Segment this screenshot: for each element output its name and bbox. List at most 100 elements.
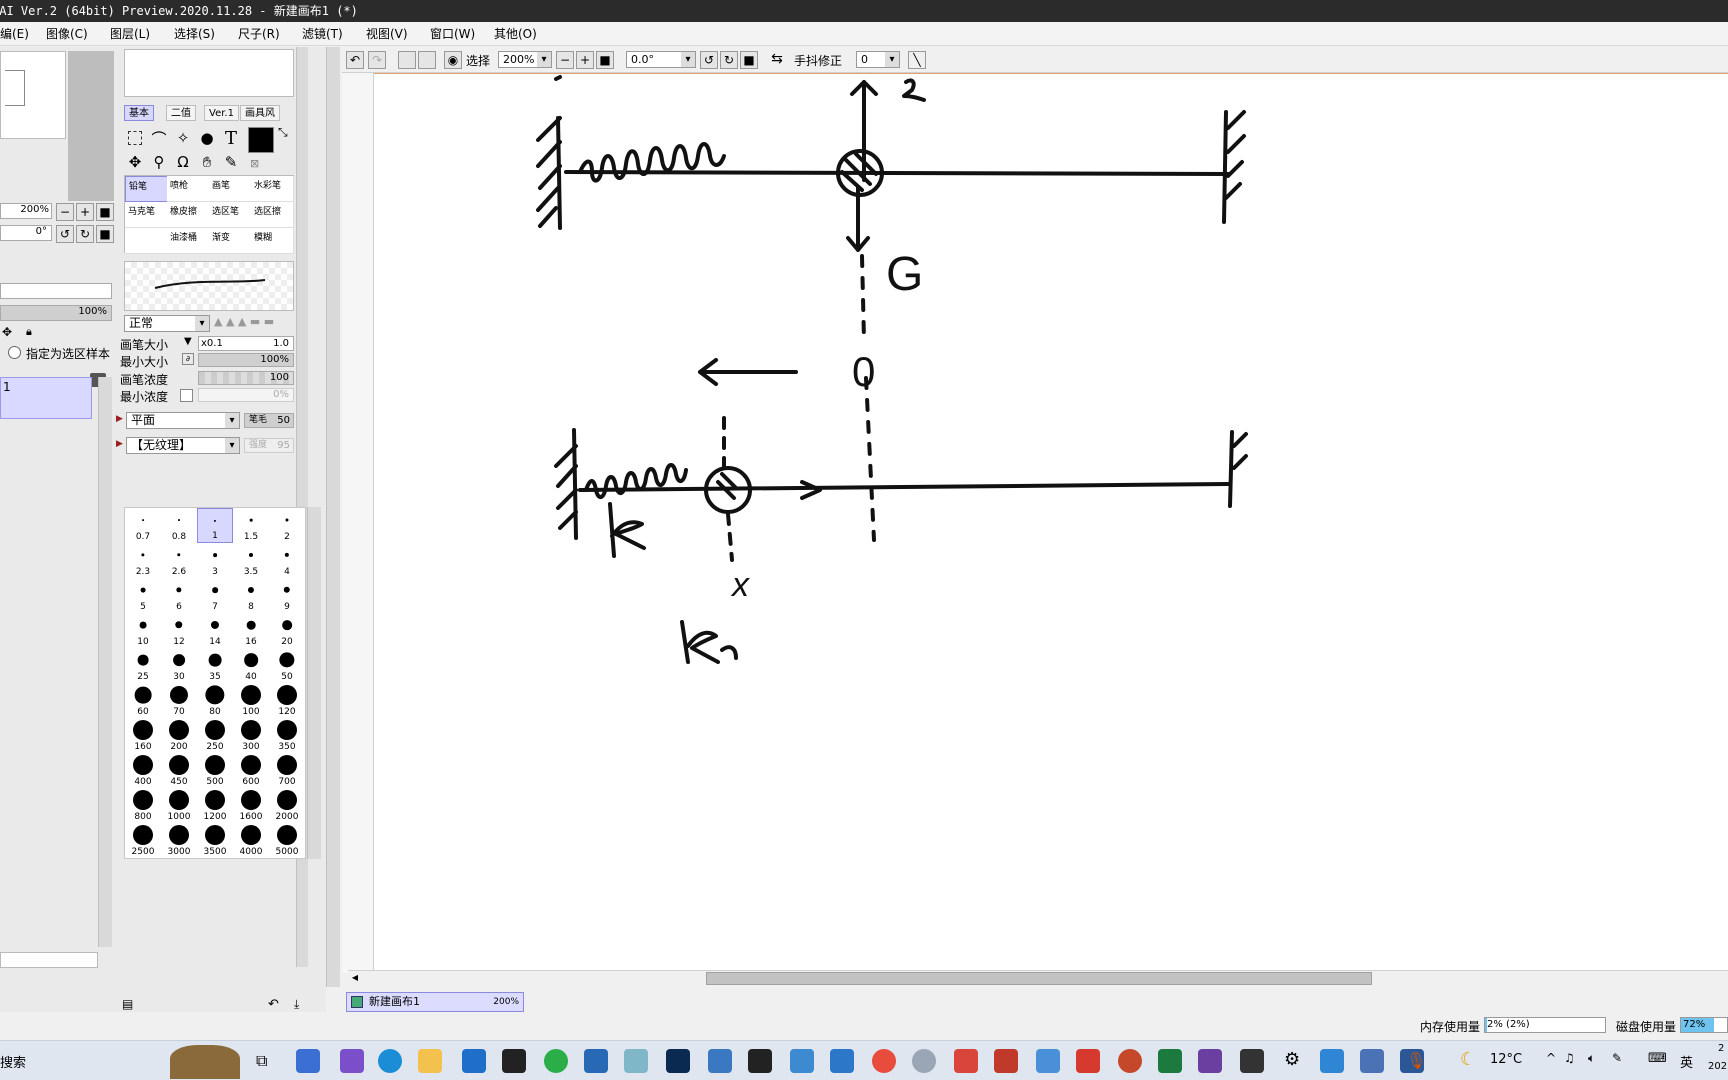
brush-size-option[interactable]: 60 — [125, 683, 161, 718]
brush-size-option[interactable]: 0.7 — [125, 508, 161, 543]
sample-radio[interactable] — [8, 346, 21, 359]
app-icon-8[interactable] — [1240, 1049, 1264, 1073]
rotate-left-button[interactable]: ↺ — [56, 225, 74, 243]
redo-button[interactable]: ↷ — [368, 51, 386, 69]
edge-icon[interactable] — [378, 1049, 402, 1073]
brush-size-option[interactable]: 25 — [125, 648, 161, 683]
mic-tray-icon[interactable]: ♫ — [1564, 1051, 1575, 1065]
tab-painterly[interactable]: 画具风 — [240, 105, 280, 121]
brush-shape-dropdown[interactable]: 平面 — [126, 412, 240, 429]
pen-icon[interactable]: ✎ — [1612, 1051, 1622, 1065]
brush-size-option[interactable]: 4 — [269, 543, 305, 578]
min-size-slider[interactable]: 100% — [198, 353, 294, 367]
swap-colors-icon[interactable]: ⤡ — [278, 125, 288, 140]
brush-size-option[interactable]: 400 — [125, 753, 161, 788]
brush-size-option[interactable]: 450 — [161, 753, 197, 788]
brush-size-option[interactable]: 250 — [197, 718, 233, 753]
brush-slot[interactable]: 喷枪 — [167, 176, 210, 202]
brush-size-option[interactable]: 20 — [269, 613, 305, 648]
brush-slot[interactable]: 马克笔 — [125, 202, 168, 228]
layer-opacity-slider[interactable]: 100% — [0, 305, 112, 321]
brush-size-option[interactable]: 50 — [269, 648, 305, 683]
size-grid-scrollbar[interactable] — [307, 507, 321, 859]
devcpp-icon[interactable] — [584, 1049, 608, 1073]
invert-button[interactable] — [418, 51, 436, 69]
texture-strength-slider[interactable]: 强度 95 — [244, 438, 294, 453]
app-icon-1[interactable] — [624, 1049, 648, 1073]
move-icon[interactable]: ✥ — [2, 325, 12, 339]
texture-expand-icon[interactable]: ▶ — [116, 439, 123, 449]
brush-size-option[interactable]: 2.3 — [125, 543, 161, 578]
app-icon-7[interactable] — [1036, 1049, 1060, 1073]
menu-view[interactable]: 视图(V) — [366, 22, 408, 46]
hand-tool-icon[interactable]: ✋︎ — [196, 151, 218, 173]
brush-size-option[interactable]: 1 — [197, 508, 233, 543]
brush-size-option[interactable]: 2000 — [269, 788, 305, 823]
nav-angle-field[interactable]: 0° — [0, 225, 52, 241]
h-scroll-thumb[interactable] — [706, 972, 1372, 985]
winrar-icon[interactable] — [1198, 1049, 1222, 1073]
brush-density-slider[interactable]: 100 — [198, 371, 294, 385]
line-tool-icon[interactable]: ╲ — [908, 51, 926, 69]
brush-slot[interactable]: 铅笔 — [125, 176, 168, 202]
pressure-icon[interactable]: ∂ — [182, 353, 194, 365]
app-icon-2[interactable] — [748, 1049, 772, 1073]
brush-size-option[interactable]: 500 — [197, 753, 233, 788]
brush-size-option[interactable]: 1200 — [197, 788, 233, 823]
brush-shape-buttons[interactable]: ▲ ▲ ▲ ▬ ▬ — [214, 315, 294, 332]
zoom-out-button[interactable]: − — [556, 51, 574, 69]
brush-size-field[interactable]: x0.1 1.0 — [198, 336, 294, 351]
rotate-reset-button-2[interactable]: ■ — [740, 51, 758, 69]
brush-size-option[interactable]: 2 — [269, 508, 305, 543]
lasso-icon[interactable]: ⌒ — [148, 127, 170, 149]
app-icon-10[interactable] — [1360, 1049, 1384, 1073]
magic-wand-icon[interactable]: ✧ — [172, 127, 194, 149]
powerpoint-icon[interactable] — [1118, 1049, 1142, 1073]
brush-size-option[interactable]: 200 — [161, 718, 197, 753]
save-preset-icon[interactable]: ⤓ — [294, 997, 299, 1012]
shape-icon[interactable]: ● — [196, 127, 218, 149]
brush-size-option[interactable]: 7 — [197, 578, 233, 613]
brush-slot[interactable]: 橡皮擦 — [167, 202, 210, 228]
stabilizer-dropdown[interactable]: 0 — [856, 51, 900, 68]
brush-size-option[interactable]: 16 — [233, 613, 269, 648]
layer-blend-dropdown[interactable] — [0, 283, 112, 299]
angle-dropdown[interactable]: 0.0° — [626, 51, 696, 68]
menu-filter[interactable]: 滤镜(T) — [302, 22, 343, 46]
brush-size-option[interactable]: 10 — [125, 613, 161, 648]
brush-size-option[interactable]: 14 — [197, 613, 233, 648]
nav-zoom-in-button[interactable]: + — [76, 203, 94, 221]
brush-size-option[interactable]: 9 — [269, 578, 305, 613]
rotate-right-button[interactable]: ↻ — [76, 225, 94, 243]
brush-size-option[interactable]: 5000 — [269, 823, 305, 858]
rotate-reset-button[interactable]: ■ — [96, 225, 114, 243]
photoshop-icon[interactable] — [666, 1049, 690, 1073]
terminal-icon[interactable] — [502, 1049, 526, 1073]
brush-size-option[interactable]: 30 — [161, 648, 197, 683]
brush-size-option[interactable]: 120 — [269, 683, 305, 718]
brush-slot[interactable]: 模糊 — [251, 228, 294, 254]
brush-size-option[interactable]: 5 — [125, 578, 161, 613]
text-tool-icon[interactable]: T — [220, 127, 242, 149]
brush-size-option[interactable]: 70 — [161, 683, 197, 718]
brush-size-option[interactable]: 3500 — [197, 823, 233, 858]
move-tool-icon[interactable]: ✥ — [124, 151, 146, 173]
zoom-tool-icon[interactable]: ⚲ — [148, 151, 170, 173]
layer-scrollbar[interactable] — [98, 377, 112, 947]
transparent-color-icon[interactable]: ⊠ — [250, 157, 259, 170]
brush-size-option[interactable]: 12 — [161, 613, 197, 648]
zoom-in-button[interactable]: + — [576, 51, 594, 69]
task-view-icon[interactable]: ⧉ — [256, 1051, 267, 1071]
brush-slot[interactable]: 画笔 — [209, 176, 252, 202]
app-icon-6[interactable] — [994, 1049, 1018, 1073]
brush-size-option[interactable]: 800 — [125, 788, 161, 823]
wechat-icon[interactable] — [544, 1049, 568, 1073]
app-icon-3[interactable] — [790, 1049, 814, 1073]
zoom-dropdown[interactable]: 200% — [498, 51, 552, 68]
scroll-left-icon[interactable]: ◀ — [348, 971, 362, 985]
microphone-icon[interactable]: 🎙︎ — [1406, 1051, 1426, 1070]
menu-other[interactable]: 其他(O) — [494, 22, 537, 46]
rotate-tool-icon[interactable]: Ω — [172, 151, 194, 173]
brush-slot[interactable]: 选区擦 — [251, 202, 294, 228]
menu-layer[interactable]: 图层(L) — [110, 22, 150, 46]
